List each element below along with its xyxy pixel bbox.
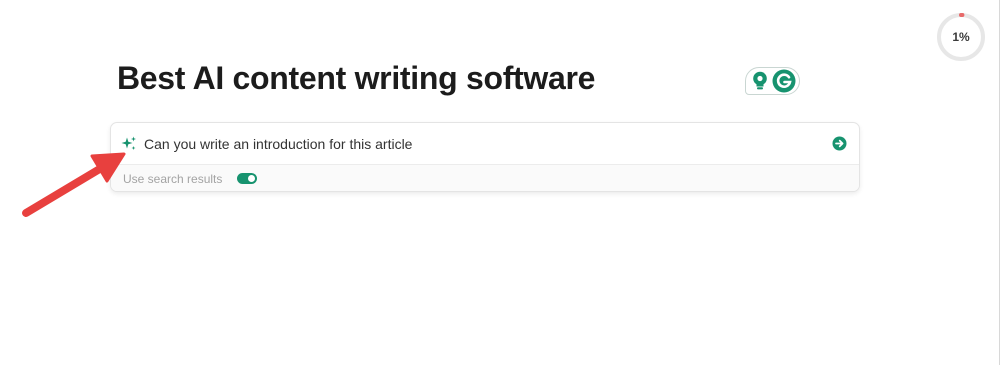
options-row: Use search results bbox=[111, 164, 859, 191]
search-results-label: Use search results bbox=[123, 172, 223, 186]
scrollbar-edge bbox=[999, 0, 1000, 365]
prompt-input[interactable] bbox=[144, 135, 794, 153]
ai-prompt-card: Use search results bbox=[110, 122, 860, 192]
prompt-row bbox=[111, 123, 859, 164]
progress-indicator: 1% bbox=[935, 11, 987, 63]
search-results-toggle[interactable] bbox=[237, 173, 257, 184]
grammarly-g-icon[interactable] bbox=[772, 69, 796, 93]
sparkle-icon bbox=[121, 136, 136, 150]
toggle-knob bbox=[248, 175, 255, 182]
lightbulb-icon[interactable] bbox=[752, 71, 768, 91]
assistant-widget[interactable] bbox=[745, 67, 800, 95]
page-title: Best AI content writing software bbox=[117, 60, 596, 96]
send-button[interactable] bbox=[832, 136, 847, 151]
progress-label: 1% bbox=[952, 30, 970, 44]
